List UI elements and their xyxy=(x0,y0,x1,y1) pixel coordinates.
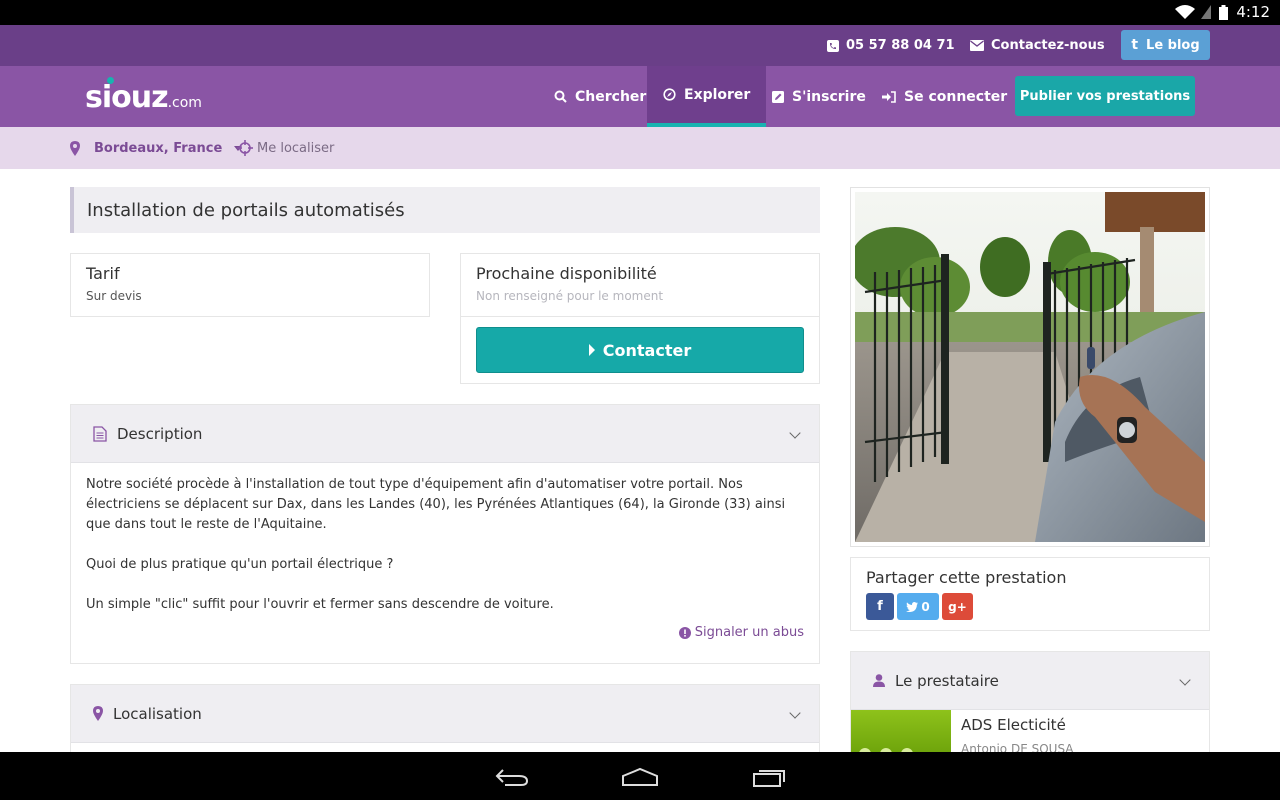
google-plus-share-button[interactable]: g+ xyxy=(942,593,973,620)
description-title: Description xyxy=(117,424,203,443)
provider-thumbnail[interactable] xyxy=(851,710,951,752)
price-label: Tarif xyxy=(86,264,120,283)
recent-apps-icon[interactable] xyxy=(752,767,786,787)
tumblr-icon: t xyxy=(1131,37,1139,53)
back-icon[interactable] xyxy=(495,768,529,786)
map-marker-icon xyxy=(70,140,80,156)
listing-title: Installation de portails automatisés xyxy=(70,187,820,233)
description-paragraph: Un simple "clic" suffit pour l'ouvrir et… xyxy=(86,597,554,612)
phone-link[interactable]: 05 57 88 04 71 xyxy=(827,25,955,66)
chevron-down-icon xyxy=(789,427,801,439)
chevron-down-icon xyxy=(789,707,801,719)
caret-right-icon xyxy=(588,344,595,356)
clock: 4:12 xyxy=(1236,3,1270,21)
user-icon xyxy=(873,674,885,687)
listing-photo[interactable] xyxy=(850,187,1210,547)
city-label: Bordeaux, France xyxy=(94,140,223,156)
logo-suffix: .com xyxy=(167,95,202,111)
site-logo[interactable]: siouz.com xyxy=(85,77,202,115)
twitter-share-button[interactable]: 0 xyxy=(897,593,939,620)
contact-label: Contactez-nous xyxy=(991,38,1105,53)
contact-button[interactable]: Contacter xyxy=(476,327,804,373)
blog-label: Le blog xyxy=(1146,37,1200,53)
locate-me-link[interactable]: Me localiser xyxy=(237,127,334,169)
main-navigation: siouz.com Chercher Explorer S'inscrire S… xyxy=(0,66,1280,127)
description-paragraph: Quoi de plus pratique qu'un portail élec… xyxy=(86,557,394,572)
facebook-icon: f xyxy=(877,599,883,614)
nav-register-label: S'inscrire xyxy=(792,88,866,105)
compass-icon xyxy=(663,88,676,101)
exclamation-circle-icon xyxy=(678,626,691,639)
availability-label: Prochaine disponibilité xyxy=(476,264,657,283)
nav-explore-label: Explorer xyxy=(684,86,751,103)
facebook-share-button[interactable]: f xyxy=(866,593,894,620)
provider-name[interactable]: ADS Electicité xyxy=(961,716,1066,734)
top-contact-bar: 05 57 88 04 71 Contactez-nous t Le blog xyxy=(0,25,1280,66)
report-abuse-label: Signaler un abus xyxy=(694,625,804,640)
description-paragraph: Notre société procède à l'installation d… xyxy=(86,477,786,532)
contact-button-label: Contacter xyxy=(602,340,692,360)
home-icon[interactable] xyxy=(621,767,659,787)
battery-icon xyxy=(1219,4,1229,20)
system-status-bar: 4:12 xyxy=(0,0,1280,25)
nav-search[interactable]: Chercher xyxy=(554,66,646,127)
share-title: Partager cette prestation xyxy=(866,568,1067,587)
blog-button[interactable]: t Le blog xyxy=(1121,30,1210,60)
location-bar: Bordeaux, France Me localiser xyxy=(0,127,1280,169)
description-body: Notre société procède à l'installation d… xyxy=(86,475,811,635)
nav-login-label: Se connecter xyxy=(904,88,1008,105)
availability-box: Prochaine disponibilité Non renseigné po… xyxy=(460,253,820,384)
nav-search-label: Chercher xyxy=(575,88,647,105)
availability-value: Non renseigné pour le moment xyxy=(476,289,664,303)
gate-photo-image xyxy=(855,192,1205,542)
description-header[interactable]: Description xyxy=(71,405,819,463)
chevron-down-icon xyxy=(1179,674,1191,686)
provider-header[interactable]: Le prestataire xyxy=(851,652,1209,710)
map-marker-icon xyxy=(93,706,103,721)
nav-login[interactable]: Se connecter xyxy=(882,66,1007,127)
provider-title: Le prestataire xyxy=(895,671,999,690)
localisation-title: Localisation xyxy=(113,704,202,723)
twitter-icon xyxy=(906,601,919,612)
description-panel: Description Notre société procède à l'in… xyxy=(70,404,820,664)
envelope-icon xyxy=(970,40,984,51)
provider-panel: Le prestataire ADS Electicité Antonio DE… xyxy=(850,651,1210,761)
logo-dot xyxy=(107,77,114,84)
contact-link[interactable]: Contactez-nous xyxy=(970,25,1105,66)
search-icon xyxy=(554,90,567,103)
wifi-icon xyxy=(1175,5,1196,19)
phone-number: 05 57 88 04 71 xyxy=(846,38,955,53)
price-box: Tarif Sur devis xyxy=(70,253,430,317)
logo-text: siouz xyxy=(85,80,169,115)
locate-label: Me localiser xyxy=(257,140,335,156)
signal-icon xyxy=(1201,5,1212,19)
localisation-header[interactable]: Localisation xyxy=(71,685,819,743)
share-panel: Partager cette prestation f 0 g+ xyxy=(850,557,1210,631)
city-selector[interactable]: Bordeaux, France xyxy=(70,127,243,169)
crosshair-icon xyxy=(237,140,253,156)
document-icon xyxy=(93,425,107,442)
social-buttons: f 0 g+ xyxy=(866,593,973,620)
twitter-count: 0 xyxy=(921,599,930,614)
price-value: Sur devis xyxy=(86,289,142,303)
sign-in-icon xyxy=(882,90,896,103)
phone-icon xyxy=(827,39,839,52)
google-plus-icon: g+ xyxy=(948,599,967,614)
edit-icon xyxy=(772,90,784,103)
nav-register[interactable]: S'inscrire xyxy=(772,66,866,127)
publish-button[interactable]: Publier vos prestations xyxy=(1015,76,1195,116)
report-abuse-link[interactable]: Signaler un abus xyxy=(678,625,804,640)
nav-explore[interactable]: Explorer xyxy=(647,66,767,127)
system-navigation-bar xyxy=(0,752,1280,800)
